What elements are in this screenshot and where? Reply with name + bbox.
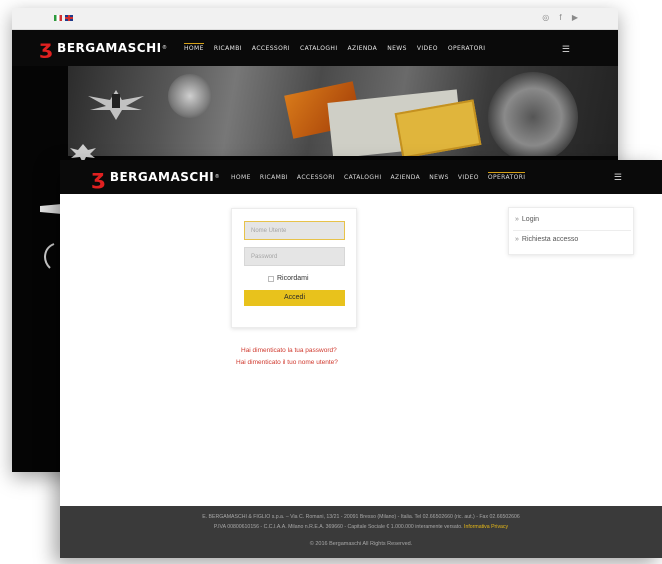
side-item-label: Richiesta accesso (521, 236, 579, 243)
brand-name: BERGAMASCHI (57, 41, 162, 55)
menu-item-news[interactable]: NEWS (387, 45, 407, 52)
footer-vat-text: P.IVA 00800610156 - C.C.I.A.A. Milano n.… (213, 524, 463, 530)
uk-flag-icon[interactable] (65, 15, 73, 21)
password-field[interactable]: Password (244, 247, 345, 266)
hamburger-menu-icon[interactable]: ☰ (614, 172, 622, 183)
menu-item-azienda[interactable]: AZIENDA (391, 174, 421, 181)
double-chevron-icon: » (515, 236, 519, 243)
menu-item-cataloghi[interactable]: CATALOGHI (300, 45, 338, 52)
hero-bearing-image (168, 74, 212, 118)
menu-item-cataloghi[interactable]: CATALOGHI (344, 174, 382, 181)
front-window-login: ʒ BERGAMASCHI ® HOME RICAMBI ACCESSORI C… (60, 160, 662, 558)
brand-logo[interactable]: ʒ BERGAMASCHI ® (91, 165, 219, 189)
login-form: Nome Utente Password Ricordami Accedi (231, 208, 357, 328)
registered-mark: ® (162, 45, 167, 51)
winged-crest-icon (88, 90, 144, 120)
back-topbar: ◎ f ▶ (12, 8, 618, 30)
menu-item-operatori[interactable]: OPERATORI (487, 172, 526, 181)
menu-item-accessori[interactable]: ACCESSORI (297, 174, 335, 181)
side-wreath-icon (44, 243, 55, 269)
operator-side-menu: » Login » Richiesta accesso (508, 207, 634, 255)
italian-flag-icon[interactable] (54, 15, 62, 21)
remember-label: Ricordami (277, 275, 309, 282)
menu-item-accessori[interactable]: ACCESSORI (252, 45, 290, 52)
footer-company-address: E. BERGAMASCHI & FIGLIO s.p.a. – Via C. … (202, 514, 520, 520)
hero-disc-image (488, 72, 578, 156)
menu-item-news[interactable]: NEWS (429, 174, 449, 181)
divider (513, 230, 631, 231)
back-main-menu: HOME RICAMBI ACCESSORI CATALOGHI AZIENDA… (184, 43, 486, 52)
username-field[interactable]: Nome Utente (244, 221, 345, 240)
menu-item-video[interactable]: VIDEO (417, 45, 438, 52)
site-footer: E. BERGAMASCHI & FIGLIO s.p.a. – Via C. … (60, 506, 662, 558)
brand-logo[interactable]: ʒ BERGAMASCHI ® (39, 37, 167, 59)
remember-me[interactable]: Ricordami (268, 275, 309, 282)
brand-mark-icon: ʒ (39, 37, 53, 59)
forgot-password-link[interactable]: Hai dimenticato la tua password? (241, 347, 337, 354)
hero-banner-image (68, 66, 618, 156)
menu-item-operatori[interactable]: OPERATORI (448, 45, 486, 52)
hamburger-menu-icon[interactable]: ☰ (562, 44, 570, 55)
social-icons[interactable]: ◎ f ▶ (542, 13, 582, 22)
login-submit-button[interactable]: Accedi (244, 290, 345, 306)
screenshot-stage: ◎ f ▶ ʒ BERGAMASCHI ® HOME RICAMBI ACCES… (0, 0, 662, 564)
forgot-username-link[interactable]: Hai dimenticato il tuo nome utente? (236, 359, 338, 366)
registered-mark: ® (215, 174, 219, 180)
side-item-login[interactable]: » Login (515, 216, 539, 223)
side-item-label: Login (521, 216, 540, 223)
footer-legal-info: P.IVA 00800610156 - C.C.I.A.A. Milano n.… (60, 524, 662, 530)
privacy-policy-link[interactable]: Informativa Privacy (464, 524, 508, 530)
side-item-access-request[interactable]: » Richiesta accesso (515, 236, 578, 243)
menu-item-home[interactable]: HOME (184, 43, 204, 52)
front-navbar: ʒ BERGAMASCHI ® HOME RICAMBI ACCESSORI C… (60, 160, 662, 194)
brand-name: BERGAMASCHI (109, 170, 215, 184)
footer-copyright: © 2016 Bergamaschi All Rights Reserved. (309, 541, 413, 547)
menu-item-azienda[interactable]: AZIENDA (348, 45, 378, 52)
menu-item-ricambi[interactable]: RICAMBI (260, 174, 288, 181)
brand-mark-icon: ʒ (91, 165, 106, 189)
remember-checkbox[interactable] (268, 275, 274, 282)
double-chevron-icon: » (515, 216, 519, 223)
front-main-menu: HOME RICAMBI ACCESSORI CATALOGHI AZIENDA… (231, 172, 526, 181)
menu-item-video[interactable]: VIDEO (458, 174, 479, 181)
back-navbar: ʒ BERGAMASCHI ® HOME RICAMBI ACCESSORI C… (12, 30, 618, 66)
menu-item-ricambi[interactable]: RICAMBI (214, 45, 242, 52)
menu-item-home[interactable]: HOME (231, 174, 251, 181)
